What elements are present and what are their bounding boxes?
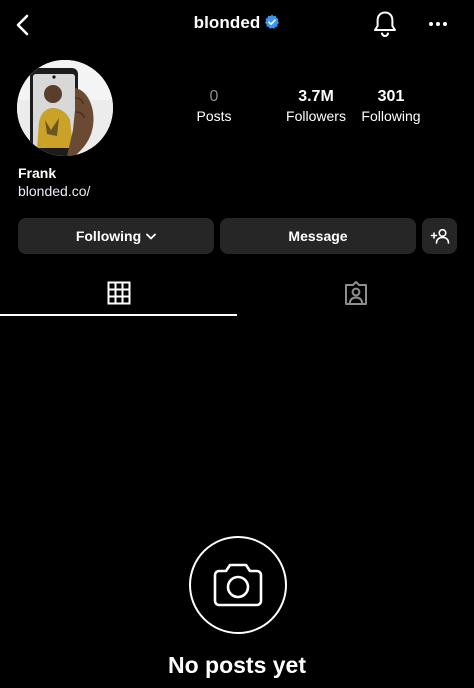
chevron-down-icon: [146, 233, 157, 239]
profile-avatar[interactable]: [17, 60, 113, 156]
profile-tabs: [0, 270, 474, 316]
grid-icon: [107, 281, 130, 305]
profile-header-title: blonded: [0, 13, 474, 35]
camera-icon: [213, 563, 263, 607]
empty-state-camera-circle: [189, 536, 287, 634]
tab-tagged[interactable]: [237, 270, 474, 316]
posts-stat[interactable]: 0 Posts: [159, 88, 269, 124]
more-horizontal-icon: [429, 22, 447, 26]
add-user-icon: [430, 228, 449, 244]
posts-count: 0: [209, 88, 219, 105]
top-bar: blonded: [0, 0, 474, 50]
following-button[interactable]: Following: [18, 218, 214, 254]
bio-link[interactable]: blonded.co/: [18, 183, 90, 199]
active-tab-indicator: [0, 314, 237, 316]
bell-icon: [374, 11, 396, 38]
tagged-person-icon: [344, 281, 367, 305]
avatar-photo: [17, 60, 113, 156]
following-button-label: Following: [75, 228, 142, 244]
posts-label: Posts: [196, 108, 232, 124]
username: blonded: [193, 13, 261, 32]
suggested-users-button[interactable]: [422, 218, 457, 254]
display-name: Frank: [18, 165, 57, 181]
following-count: 301: [377, 88, 405, 105]
notifications-button[interactable]: [371, 9, 399, 39]
empty-state-text: No posts yet: [167, 652, 307, 678]
verified-badge-icon: [264, 14, 280, 35]
following-stat[interactable]: 301 Following: [336, 88, 446, 124]
tab-posts-grid[interactable]: [0, 270, 237, 316]
message-button-label: Message: [288, 228, 348, 244]
message-button[interactable]: Message: [220, 218, 416, 254]
following-label: Following: [361, 108, 421, 124]
more-options-button[interactable]: [424, 12, 452, 36]
